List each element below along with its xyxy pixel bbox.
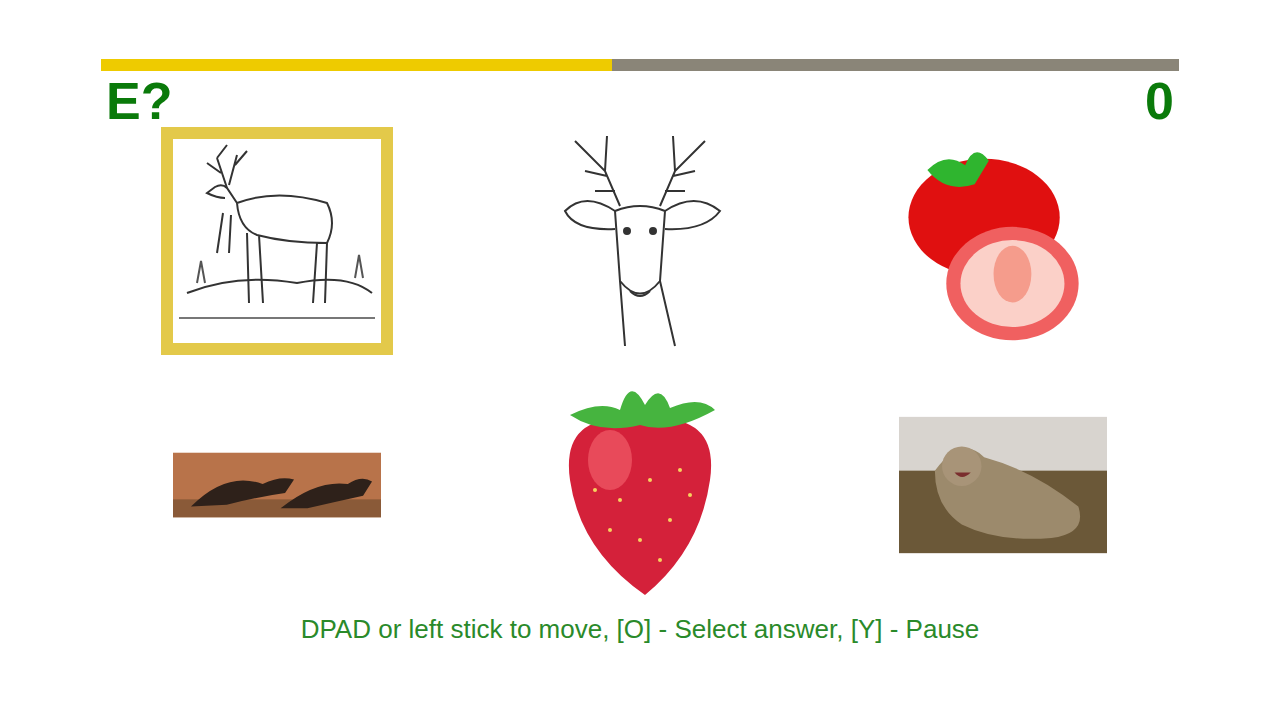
answer-option[interactable] bbox=[161, 127, 393, 355]
bobcat-icon bbox=[899, 409, 1107, 561]
otters-icon bbox=[173, 449, 381, 521]
header: E? 0 bbox=[106, 77, 1174, 125]
answer-option[interactable] bbox=[887, 127, 1119, 355]
answer-option[interactable] bbox=[524, 371, 756, 599]
answer-grid bbox=[161, 127, 1119, 599]
progress-fill bbox=[101, 59, 612, 71]
deer-icon bbox=[177, 143, 377, 339]
strawberries-icon bbox=[899, 126, 1107, 356]
strawberry-icon bbox=[550, 370, 730, 600]
level-label: E? bbox=[106, 77, 172, 125]
progress-track bbox=[101, 59, 1179, 71]
score: 0 bbox=[1145, 77, 1174, 125]
answer-option[interactable] bbox=[161, 371, 393, 599]
controls-hint: DPAD or left stick to move, [O] - Select… bbox=[0, 613, 1280, 645]
answer-option[interactable] bbox=[524, 127, 756, 355]
stag-icon bbox=[545, 131, 735, 351]
answer-option[interactable] bbox=[887, 371, 1119, 599]
